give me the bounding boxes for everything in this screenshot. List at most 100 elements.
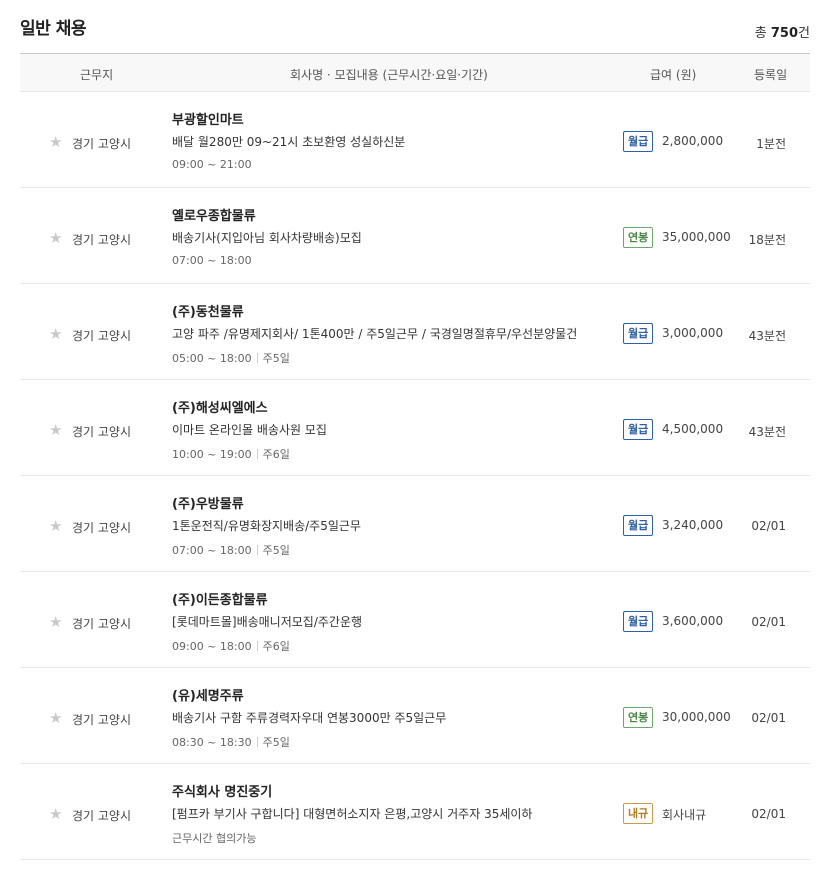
company-name-link[interactable]: 옐로우종합물류	[172, 205, 256, 224]
star-icon[interactable]: ★	[49, 518, 65, 534]
pay-amount: 2,800,000	[662, 134, 724, 148]
table-row[interactable]: ★ 경기 고양시 (유)세명주류배송기사 구함 주류경력자우대 연봉3000만 주5…	[20, 668, 810, 764]
posted-date: 02/01	[751, 519, 786, 533]
posted-date: 02/01	[751, 807, 786, 821]
job-location: 경기 고양시	[72, 809, 132, 823]
work-hours: 10:00 ~ 19:00	[172, 448, 252, 461]
job-rows: ★ 경기 고양시 부광할인마트배달 월280만 09~21시 초보환영 성실하신분 0…	[20, 92, 810, 860]
work-days: 주5일	[262, 736, 290, 749]
section-title: 일반 채용	[20, 19, 86, 39]
header-pay: 급여 (원)	[650, 68, 697, 82]
job-list-page: 일반 채용 총 750건 근무지 회사명 · 모집내용 (근무시간·요일·기간)…	[0, 0, 822, 869]
job-title-link[interactable]: [롯데마트몰]배송매니저모집/주간운행	[172, 613, 362, 630]
table-row[interactable]: ★ 경기 고양시 (주)해성씨엘에스이마트 온라인몰 배송사원 모집 10:00 ~ …	[20, 380, 810, 476]
star-icon[interactable]: ★	[49, 134, 65, 150]
table-row[interactable]: ★ 경기 고양시 (주)동천물류고양 파주 /유명제지회사/ 1톤400만 / 주5…	[20, 284, 810, 380]
work-time: 10:00 ~ 19:00 주6일	[172, 446, 290, 462]
job-title-link[interactable]: 배송기사(지입아님 회사차량배송)모집	[172, 229, 362, 246]
job-title-link[interactable]: 배달 월280만 09~21시 초보환영 성실하신분	[172, 133, 405, 150]
table-row[interactable]: ★ 경기 고양시 옐로우종합물류배송기사(지입아님 회사차량배송)모집 07:00 ~…	[20, 188, 810, 284]
company-name-link[interactable]: (주)해성씨엘에스	[172, 397, 268, 416]
pay-amount: 3,600,000	[662, 614, 724, 628]
job-title-link[interactable]: 배송기사 구함 주류경력자우대 연봉3000만 주5일근무	[172, 709, 446, 726]
job-location: 경기 고양시	[72, 137, 132, 151]
company-name-link[interactable]: (주)이든종합물류	[172, 589, 268, 608]
pay-amount: 3,240,000	[662, 518, 724, 532]
header-location: 근무지	[80, 68, 114, 82]
posted-date: 1분전	[756, 137, 786, 151]
pay-type-badge: 연봉	[623, 707, 654, 728]
job-title-link[interactable]: 고양 파주 /유명제지회사/ 1톤400만 / 주5일근무 / 국경일명절휴무/…	[172, 325, 577, 342]
total-prefix: 총	[754, 26, 771, 41]
work-hours: 07:00 ~ 18:00	[172, 544, 252, 557]
total-suffix: 건	[798, 26, 810, 41]
company-name-link[interactable]: (주)우방물류	[172, 493, 244, 512]
posted-date: 43분전	[748, 329, 786, 343]
work-days: 주5일	[262, 544, 290, 557]
header-date: 등록일	[754, 68, 788, 82]
table-row[interactable]: ★ 경기 고양시 (주)우방물류 1톤운전직/유명화장지배송/주5일근무 07:00 ~…	[20, 476, 810, 572]
posted-date: 43분전	[748, 425, 786, 439]
work-time: 09:00 ~ 21:00	[172, 158, 252, 171]
job-location: 경기 고양시	[72, 329, 132, 343]
job-location: 경기 고양시	[72, 233, 132, 247]
meta-divider	[256, 449, 258, 459]
job-title-link[interactable]: 1톤운전직/유명화장지배송/주5일근무	[172, 517, 361, 534]
table-row[interactable]: ★ 경기 고양시 부광할인마트배달 월280만 09~21시 초보환영 성실하신분 0…	[20, 92, 810, 188]
work-hours: 05:00 ~ 18:00	[172, 352, 252, 365]
work-days: 주6일	[262, 640, 290, 653]
meta-divider	[256, 545, 258, 555]
total-number: 750	[770, 26, 799, 41]
meta-divider	[256, 353, 258, 363]
work-days: 주5일	[262, 352, 290, 365]
job-title-link[interactable]: [펌프카 부기사 구합니다] 대형면허소지자 은평,고양시 거주자 35세이하	[172, 805, 532, 822]
work-time: 근무시간 협의가능	[172, 830, 256, 846]
company-name-link[interactable]: (주)동천물류	[172, 301, 244, 320]
work-hours: 근무시간 협의가능	[172, 832, 257, 845]
pay-type-badge: 내규	[623, 803, 654, 824]
posted-date: 02/01	[751, 711, 786, 725]
company-name-link[interactable]: 부광할인마트	[172, 109, 244, 128]
job-location: 경기 고양시	[72, 617, 132, 631]
work-hours: 07:00 ~ 18:00	[172, 254, 252, 267]
work-time: 07:00 ~ 18:00 주5일	[172, 542, 290, 558]
pay-amount: 30,000,000	[662, 710, 731, 724]
work-time: 08:30 ~ 18:30 주5일	[172, 734, 290, 750]
posted-date: 02/01	[751, 615, 786, 629]
pay-type-badge: 월급	[623, 131, 654, 152]
star-icon[interactable]: ★	[49, 326, 65, 342]
pay-type-badge: 연봉	[623, 227, 654, 248]
job-location: 경기 고양시	[72, 425, 132, 439]
table-row[interactable]: ★ 경기 고양시 (주)이든종합물류 [롯데마트몰]배송매니저모집/주간운행 09:00…	[20, 572, 810, 668]
total-count: 총 750건	[755, 22, 810, 41]
job-location: 경기 고양시	[72, 713, 132, 727]
pay-type-badge: 월급	[623, 611, 654, 632]
work-time: 07:00 ~ 18:00	[172, 254, 252, 267]
work-hours: 09:00 ~ 18:00	[172, 640, 252, 653]
pay-amount: 3,000,000	[662, 326, 724, 340]
header-info: 회사명 · 모집내용 (근무시간·요일·기간)	[290, 68, 488, 82]
pay-amount: 35,000,000	[662, 230, 731, 244]
meta-divider	[256, 737, 258, 747]
pay-type-badge: 월급	[623, 515, 654, 536]
star-icon[interactable]: ★	[49, 806, 65, 822]
posted-date: 18분전	[748, 233, 786, 247]
work-hours: 08:30 ~ 18:30	[172, 736, 252, 749]
company-name-link[interactable]: 주식회사 명진중기	[172, 781, 272, 800]
job-location: 경기 고양시	[72, 521, 132, 535]
pay-amount: 회사내규	[662, 808, 707, 822]
pay-type-badge: 월급	[623, 419, 654, 440]
work-time: 05:00 ~ 18:00 주5일	[172, 350, 290, 366]
table-row[interactable]: ★ 경기 고양시 주식회사 명진중기 [펌프카 부기사 구합니다] 대형면허소지자 은…	[20, 764, 810, 860]
pay-amount: 4,500,000	[662, 422, 724, 436]
table-header: 근무지 회사명 · 모집내용 (근무시간·요일·기간) 급여 (원) 등록일	[20, 53, 810, 92]
work-time: 09:00 ~ 18:00 주6일	[172, 638, 290, 654]
company-name-link[interactable]: (유)세명주류	[172, 685, 244, 704]
job-table: 근무지 회사명 · 모집내용 (근무시간·요일·기간) 급여 (원) 등록일 ★…	[20, 53, 810, 860]
star-icon[interactable]: ★	[49, 422, 65, 438]
star-icon[interactable]: ★	[49, 710, 65, 726]
star-icon[interactable]: ★	[49, 614, 65, 630]
star-icon[interactable]: ★	[49, 230, 65, 246]
job-title-link[interactable]: 이마트 온라인몰 배송사원 모집	[172, 421, 327, 438]
work-days: 주6일	[262, 448, 290, 461]
